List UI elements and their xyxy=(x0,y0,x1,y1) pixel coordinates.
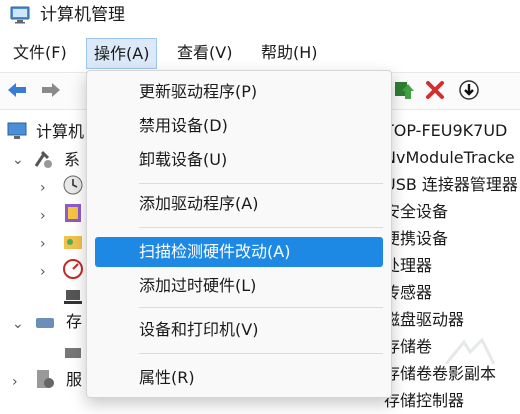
device-item[interactable]: USB 连接器管理器 xyxy=(384,171,518,198)
event-viewer-icon xyxy=(65,204,81,222)
title-bar: 计算机管理 xyxy=(0,0,520,34)
shared-folders-icon xyxy=(64,236,82,249)
chevron-right-icon[interactable]: › xyxy=(40,208,46,224)
tree-services-label[interactable]: 服 xyxy=(66,366,82,393)
menu-action[interactable]: 操作(A) xyxy=(86,38,158,69)
menu-update-driver[interactable]: 更新驱动程序(P) xyxy=(87,77,391,107)
disk-management-icon xyxy=(65,348,81,358)
device-item[interactable]: 存储控制器 xyxy=(384,387,464,414)
chevron-right-icon[interactable]: › xyxy=(12,374,18,390)
watermark-logo xyxy=(444,337,496,365)
performance-icon xyxy=(63,259,83,279)
chevron-down-icon[interactable]: ⌄ xyxy=(12,152,24,168)
chevron-right-icon[interactable]: › xyxy=(40,236,46,252)
menu-bar: 文件(F) 操作(A) 查看(V) 帮助(H) xyxy=(0,38,520,70)
menu-separator xyxy=(139,183,383,184)
clock-icon xyxy=(63,175,83,195)
menu-item-label: 卸载设备(U) xyxy=(139,150,228,169)
device-item[interactable]: 磁盘驱动器 xyxy=(384,306,464,333)
menu-item-label: 添加过时硬件(L) xyxy=(139,276,257,295)
storage-icon xyxy=(36,318,54,328)
device-item[interactable]: 便携设备 xyxy=(384,225,448,252)
menu-separator xyxy=(139,227,383,228)
uninstall-x-icon[interactable] xyxy=(424,79,446,101)
computer-management-icon xyxy=(10,6,30,24)
menu-separator xyxy=(139,307,383,308)
menu-help[interactable]: 帮助(H) xyxy=(254,38,325,68)
window-title: 计算机管理 xyxy=(40,5,125,25)
computer-icon xyxy=(7,122,27,139)
menu-properties[interactable]: 属性(R) xyxy=(87,363,391,393)
menu-file[interactable]: 文件(F) xyxy=(6,38,74,68)
forward-arrow-icon[interactable] xyxy=(40,79,62,101)
menu-item-label: 添加驱动程序(A) xyxy=(139,194,259,213)
system-tools-icon xyxy=(34,150,52,168)
download-circle-icon[interactable] xyxy=(458,79,480,101)
menu-item-label: 更新驱动程序(P) xyxy=(139,82,258,101)
menu-add-driver[interactable]: 添加驱动程序(A) xyxy=(87,189,391,219)
chevron-right-icon[interactable]: › xyxy=(40,180,46,196)
services-icon xyxy=(37,370,54,388)
tree-root-label[interactable]: 计算机 xyxy=(36,118,84,145)
chevron-down-icon[interactable]: ⌄ xyxy=(12,316,24,332)
chevron-right-icon[interactable]: › xyxy=(40,264,46,280)
device-item[interactable]: NvModuleTracke xyxy=(384,144,515,171)
menu-item-label: 设备和打印机(V) xyxy=(139,320,259,339)
tree-storage-label[interactable]: 存 xyxy=(66,308,82,335)
menu-scan-hardware-changes[interactable]: 扫描检测硬件改动(A) xyxy=(95,237,383,267)
menu-item-label: 属性(R) xyxy=(139,368,195,387)
device-manager-icon xyxy=(64,290,82,304)
menu-disable-device[interactable]: 禁用设备(D) xyxy=(87,111,391,141)
action-menu-dropdown: 更新驱动程序(P) 禁用设备(D) 卸载设备(U) 添加驱动程序(A) 扫描检测… xyxy=(86,70,392,398)
menu-devices-and-printers[interactable]: 设备和打印机(V) xyxy=(87,315,391,345)
tree-system-label[interactable]: 系 xyxy=(64,146,80,173)
back-arrow-icon[interactable] xyxy=(6,79,28,101)
device-item[interactable]: 安全设备 xyxy=(384,198,448,225)
menu-uninstall-device[interactable]: 卸载设备(U) xyxy=(87,145,391,175)
menu-item-label: 扫描检测硬件改动(A) xyxy=(139,242,291,261)
update-driver-icon[interactable] xyxy=(392,79,414,101)
menu-item-label: 禁用设备(D) xyxy=(139,116,228,135)
device-computer-name[interactable]: TOP-FEU9K7UD xyxy=(384,117,507,144)
menu-view[interactable]: 查看(V) xyxy=(170,38,239,68)
menu-separator xyxy=(139,353,383,354)
menu-add-legacy-hardware[interactable]: 添加过时硬件(L) xyxy=(87,271,391,301)
